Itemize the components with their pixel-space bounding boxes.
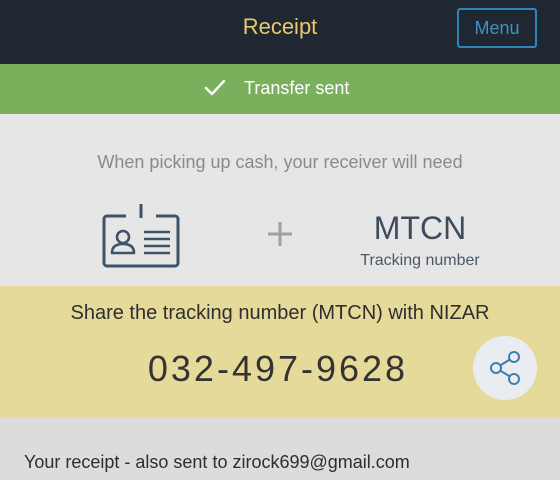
mtcn-sublabel: Tracking number bbox=[360, 252, 480, 269]
success-banner: Transfer sent bbox=[0, 64, 560, 114]
plus-icon bbox=[268, 222, 292, 246]
receipt-section: Your receipt - also sent to zirock699@gm… bbox=[0, 418, 560, 480]
share-instruction: Share the tracking number (MTCN) with NI… bbox=[70, 302, 490, 324]
id-card-icon bbox=[102, 204, 180, 268]
mtcn-label: MTCN bbox=[373, 210, 467, 246]
receipt-heading: Your receipt - also sent to zirock699@gm… bbox=[24, 452, 410, 472]
pickup-requirements: When picking up cash, your receiver will… bbox=[0, 114, 560, 286]
menu-button[interactable]: Menu bbox=[457, 8, 537, 48]
share-button[interactable] bbox=[473, 336, 537, 400]
share-icon bbox=[490, 351, 520, 385]
pickup-instruction: When picking up cash, your receiver will… bbox=[97, 152, 463, 172]
check-icon bbox=[204, 79, 226, 96]
app-header: Receipt Menu bbox=[0, 0, 560, 64]
success-text: Transfer sent bbox=[244, 78, 350, 98]
share-tracking-section: Share the tracking number (MTCN) with NI… bbox=[0, 286, 560, 418]
